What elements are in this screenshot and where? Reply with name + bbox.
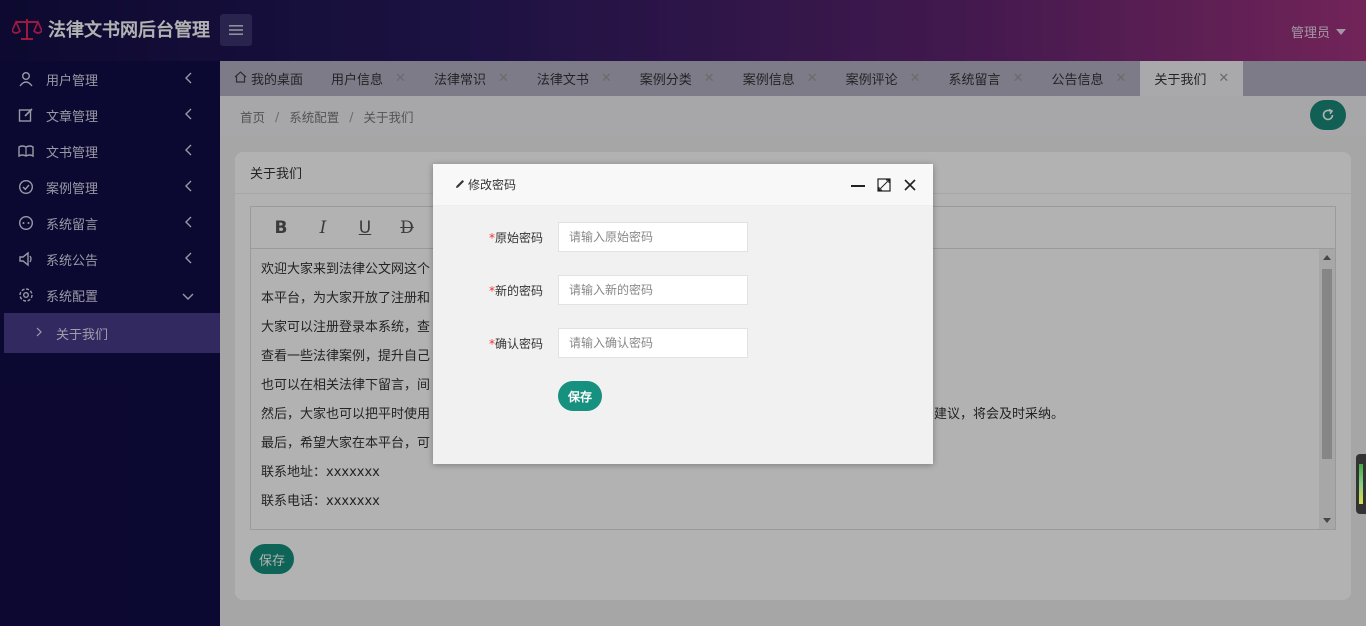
form-row-confirm-password: *确认密码 [433,328,748,358]
dialog-controls [839,178,917,192]
field-label-text: 原始密码 [494,230,543,245]
form-row-old-password: *原始密码 [433,222,748,252]
dialog-save-button[interactable]: 保存 [558,381,602,411]
old-password-input[interactable] [558,222,748,252]
dialog-header: 修改密码 [433,164,933,206]
maximize-icon[interactable] [877,178,891,192]
minimize-icon[interactable] [851,178,865,192]
field-label-text: 确认密码 [494,336,543,351]
field-label: *原始密码 [433,229,543,246]
new-password-input[interactable] [558,275,748,305]
confirm-password-input[interactable] [558,328,748,358]
field-label: *新的密码 [433,282,543,299]
change-password-dialog: 修改密码 *原始密码 *新的密码 *确认密码 保存 [433,164,933,464]
form-row-new-password: *新的密码 [433,275,748,305]
pencil-icon [455,178,465,192]
dialog-title: 修改密码 [468,178,517,192]
close-icon[interactable] [903,178,917,192]
side-widget-handle[interactable] [1356,454,1366,514]
level-bar [1359,464,1363,504]
dialog-body: *原始密码 *新的密码 *确认密码 保存 [433,206,933,464]
field-label: *确认密码 [433,335,543,352]
field-label-text: 新的密码 [494,283,543,298]
